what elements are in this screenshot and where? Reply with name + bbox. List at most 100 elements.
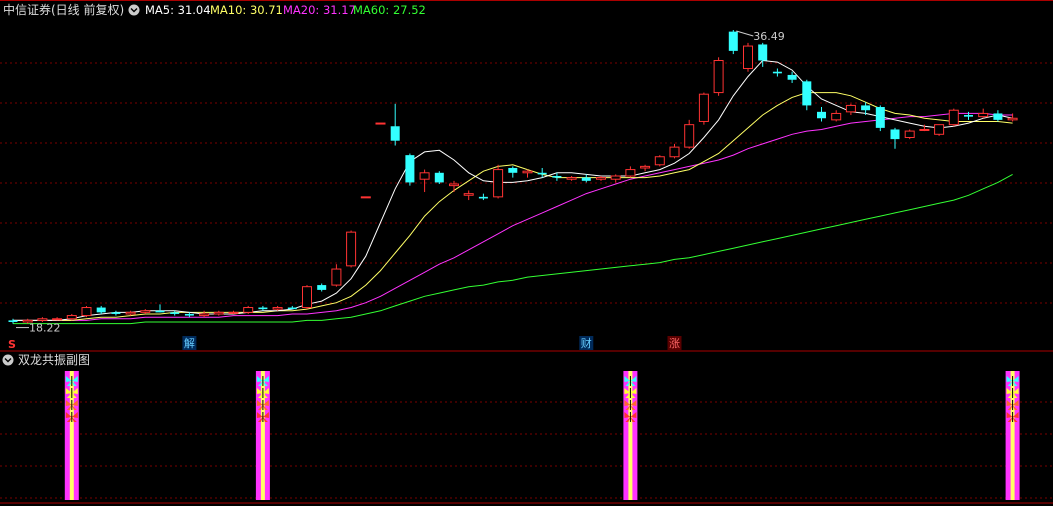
kline-chart: 中信证券(日线 前复权) MA5: 31.04 MA10: 30.71 MA20… — [0, 0, 1053, 504]
resonance-signal-bar — [255, 371, 270, 500]
candle — [213, 310, 224, 316]
candle — [581, 174, 591, 183]
candle — [375, 122, 386, 125]
candle-body — [405, 155, 415, 183]
candle-body — [375, 122, 386, 125]
candle-body — [743, 45, 753, 70]
ma5-line — [13, 59, 1013, 321]
candle-body — [713, 60, 724, 94]
candle — [199, 310, 210, 318]
candle-body — [52, 318, 63, 321]
moving-averages — [13, 59, 1013, 325]
resonance-signal-bar — [623, 371, 638, 500]
candle-body — [890, 129, 900, 140]
candle — [405, 153, 415, 186]
candle — [360, 196, 371, 199]
candle-body — [552, 176, 562, 178]
candle — [155, 304, 165, 313]
candle-body — [317, 285, 327, 290]
candle-body — [831, 112, 842, 121]
sub-panel-title: 双龙共振副图 — [18, 353, 90, 367]
candle-body — [199, 313, 210, 317]
candle-body — [346, 231, 357, 267]
candle — [934, 124, 945, 136]
grid-lines — [0, 0, 1053, 504]
candle — [478, 193, 488, 201]
candle-body — [390, 126, 400, 141]
candle — [993, 110, 1003, 122]
candle-body — [419, 172, 430, 180]
candle — [522, 169, 533, 178]
candle — [890, 127, 900, 149]
candle-body — [758, 44, 768, 61]
candle — [596, 176, 606, 181]
candle — [346, 230, 357, 268]
candle-body — [111, 312, 121, 314]
candle — [463, 190, 474, 201]
candle — [419, 169, 430, 193]
candle — [831, 110, 842, 122]
candle — [228, 310, 239, 314]
candle — [493, 164, 504, 199]
candle-body — [802, 81, 812, 106]
candle-body — [919, 128, 930, 131]
candle-body — [1007, 117, 1018, 121]
candle — [331, 264, 342, 287]
ma20-line — [13, 112, 1013, 321]
main-panel-header: 中信证券(日线 前复权) MA5: 31.04 MA10: 30.71 MA20… — [3, 2, 426, 17]
price-annotations: 36.49 18.22 — [16, 30, 785, 335]
candle-body — [272, 307, 283, 310]
sub-panel-toggle-icon[interactable] — [2, 354, 14, 366]
candle-body — [596, 177, 606, 180]
candle-body — [817, 111, 826, 119]
candle — [654, 155, 665, 167]
candle-body — [493, 169, 504, 198]
event-marker-label: 解 — [184, 336, 195, 350]
candle-body — [81, 307, 92, 317]
sell-signal-label: S — [8, 338, 16, 351]
high-price-label: 36.49 — [753, 30, 785, 43]
candle-body — [8, 320, 18, 322]
candle-body — [948, 109, 959, 126]
indicator-ma5: MA5: 31.04 — [145, 3, 211, 17]
candle-body — [537, 172, 547, 175]
candle — [508, 166, 518, 178]
ma60-line — [13, 173, 1013, 325]
candle-body — [964, 115, 973, 117]
candle-body — [654, 156, 665, 166]
indicator-toggle-icon[interactable] — [128, 4, 140, 16]
candle — [743, 42, 753, 72]
candle — [698, 92, 709, 125]
candle-body — [875, 107, 885, 128]
candle-body — [463, 193, 474, 196]
high-price-pointer — [736, 30, 754, 37]
resonance-signal-bar — [64, 371, 79, 500]
candle-body — [787, 74, 797, 80]
candle-body — [213, 311, 224, 315]
candle — [640, 164, 651, 172]
candle — [875, 105, 885, 132]
candle-body — [184, 313, 194, 316]
candle-body — [449, 183, 459, 187]
candle-body — [698, 93, 709, 122]
candle-body — [934, 124, 945, 135]
candle — [669, 143, 680, 159]
low-price-label: 18.22 — [29, 322, 61, 335]
candle-body — [978, 112, 989, 118]
candle — [434, 171, 444, 185]
candle-body — [37, 318, 48, 321]
event-markers: 解财涨S — [8, 336, 682, 351]
candle — [111, 310, 121, 316]
indicator-ma10: MA10: 30.71 — [210, 3, 283, 17]
candle — [81, 305, 92, 318]
candle-body — [287, 307, 297, 310]
candle-body — [331, 268, 342, 286]
candle — [287, 305, 297, 310]
candle — [625, 166, 636, 178]
main-panel-title: 中信证券(日线 前复权) — [3, 2, 124, 17]
ma10-line — [13, 92, 1013, 321]
candle-body — [66, 315, 77, 320]
candle-body — [434, 172, 444, 183]
candle — [904, 129, 915, 140]
candle-body — [625, 169, 636, 177]
